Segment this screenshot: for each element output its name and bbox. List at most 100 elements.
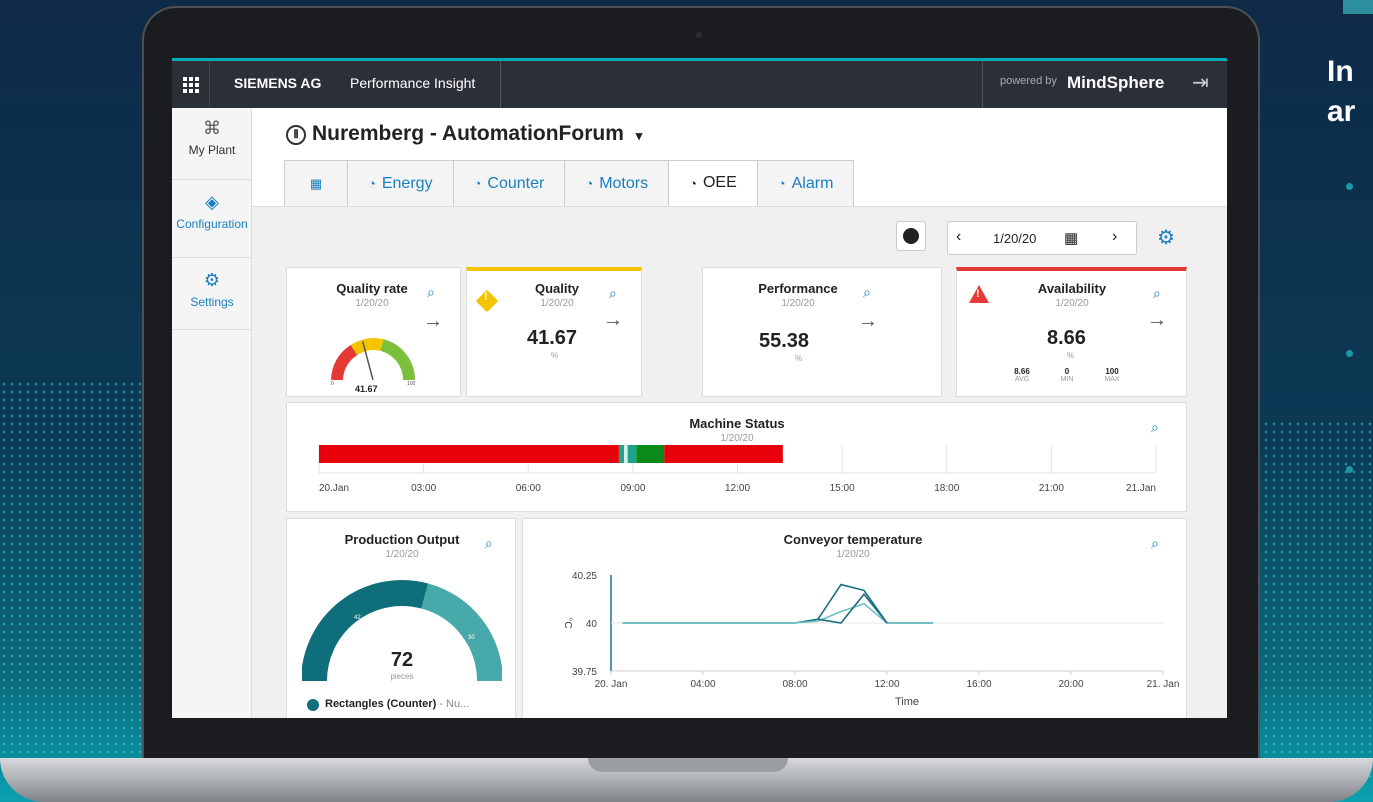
status-tick-label: 09:00	[620, 483, 645, 494]
sidebar: ⌘ My Plant ◈ Configuration ⚙ Settings	[172, 108, 252, 718]
kpi-unit: %	[551, 351, 559, 360]
status-tick-label: 15:00	[830, 483, 855, 494]
tab-counter[interactable]: ◔ Counter	[452, 160, 566, 206]
tab-label: Energy	[381, 174, 433, 192]
legend-item[interactable]: Rectangles (Counter) - Nu...	[325, 698, 469, 710]
segment-a-label: 42	[354, 615, 361, 621]
kpi-unit: %	[795, 354, 803, 363]
conveyor-temperature-chart: 40.25 40 39.7520. Jan 04:00 08:00 12:00 16:00 2…	[562, 571, 1180, 708]
chart-icon	[903, 228, 919, 244]
x-axis-label: Time	[895, 696, 919, 708]
avg-label: AVG	[1014, 376, 1030, 383]
min-value: 0	[1064, 367, 1070, 376]
chart-detail-icon[interactable]: ⌕	[427, 284, 435, 301]
settings-gear-icon[interactable]: ⚙	[1157, 225, 1175, 250]
quality-card: ! Quality 1/20/20 ⌕ → 41.67 %	[466, 267, 642, 397]
card-title: Quality rate	[336, 281, 408, 296]
configuration-icon: ◈	[205, 192, 219, 212]
chart-detail-icon[interactable]: ⌕	[485, 535, 493, 552]
chevron-right-icon[interactable]: ›	[1112, 228, 1117, 246]
date-navigator: ‹ 1/20/20 ▦ ›	[947, 221, 1137, 255]
sidebar-item-label: Settings	[190, 295, 234, 309]
sidebar-item-label: Configuration	[176, 217, 248, 231]
sidebar-item-settings[interactable]: ⚙ Settings	[172, 270, 252, 330]
view-toggle-button[interactable]	[896, 221, 926, 251]
tab-oee[interactable]: ◔ OEE	[668, 160, 758, 206]
arrow-right-icon[interactable]: →	[858, 310, 878, 333]
x-tick-label: 16:00	[966, 679, 991, 690]
sidebar-item-my-plant[interactable]: ⌘ My Plant	[172, 118, 252, 180]
brand-logo: MindSphere	[1067, 73, 1165, 92]
gauge-min: 0	[331, 381, 334, 387]
app-launcher-button[interactable]	[172, 61, 210, 108]
top-bar: SIEMENS AG Performance Insight powered b…	[172, 58, 1227, 108]
side-heading: In ar	[1327, 55, 1356, 128]
y-tick-label: 40.25	[572, 571, 597, 582]
status-segment	[664, 445, 783, 463]
tab-bar: ▦ ◔ Energy ◔ Counter ◔ Motors ◔ OEE ◔ Alarm	[284, 160, 855, 206]
side-bullet	[1346, 466, 1353, 473]
chevron-left-icon[interactable]: ‹	[956, 228, 961, 246]
legend-name: Rectangles (Counter)	[325, 698, 437, 710]
card-title: Performance	[758, 281, 838, 296]
divider	[500, 61, 501, 108]
alert-glyph: !	[976, 288, 980, 300]
machine-status-timeline: 20.Jan 03:00 06:00 09:00 12:00 15:00 18:00 21:0…	[318, 445, 1157, 494]
chart-detail-icon[interactable]: ⌕	[609, 285, 617, 302]
status-tick-label: 12:00	[725, 483, 750, 494]
tab-energy[interactable]: ◔ Energy	[347, 160, 454, 206]
sidebar-item-configuration[interactable]: ◈ Configuration	[172, 192, 252, 258]
series-line	[622, 583, 933, 624]
card-date: 1/20/20	[355, 298, 389, 309]
max-label: MAX	[1104, 376, 1120, 383]
card-date: 1/20/20	[1055, 298, 1089, 309]
production-output-card: Production Output 1/20/20 ⌕ 42 30 72 pie…	[286, 518, 516, 718]
grid-icon	[182, 76, 199, 93]
tab-alarm[interactable]: ◔ Alarm	[756, 160, 855, 206]
arrow-right-icon[interactable]: →	[1147, 309, 1167, 332]
app-name[interactable]: Performance Insight	[350, 75, 475, 91]
performance-card: Performance 1/20/20 ⌕ → 55.38 %	[702, 267, 942, 397]
tab-motors[interactable]: ◔ Motors	[564, 160, 670, 206]
gauge-icon: ◔	[473, 176, 482, 191]
card-date: 1/20/20	[540, 298, 574, 309]
y-tick-label: 39.75	[572, 667, 597, 678]
x-tick-label: 20:00	[1058, 679, 1083, 690]
arrow-right-icon[interactable]: →	[423, 310, 443, 333]
chart-detail-icon[interactable]: ⌕	[1153, 285, 1161, 302]
gauge-icon: ◔	[368, 176, 376, 191]
status-segment	[627, 445, 637, 463]
divider	[982, 61, 983, 108]
page-title: Nuremberg - AutomationForum	[312, 122, 624, 145]
app-screen: SIEMENS AG Performance Insight powered b…	[172, 58, 1227, 718]
production-value: 72	[390, 649, 414, 671]
side-bullet	[1346, 183, 1353, 190]
conveyor-temperature-card: Conveyor temperature 1/20/20 ⌕ 40.25 40 39…	[522, 518, 1187, 718]
plant-selector[interactable]: ⦀ Nuremberg - AutomationForum ▾	[286, 122, 642, 146]
tab-label: Alarm	[791, 174, 834, 192]
gauge-icon: ◔	[689, 175, 697, 191]
tab-label: OEE	[702, 174, 737, 191]
plant-icon: ⌘	[203, 118, 221, 138]
gauge-max: 100	[407, 381, 416, 387]
x-tick-label: 12:00	[874, 679, 899, 690]
tab-overview[interactable]: ▦	[284, 160, 348, 206]
date-value[interactable]: 1/20/20	[993, 231, 1036, 246]
logout-icon[interactable]: ⇥	[1192, 70, 1209, 95]
x-tick-label: 21. Jan	[1147, 679, 1180, 690]
status-tick-label: 03:00	[411, 483, 436, 494]
plant-marker-icon: ⦀	[286, 125, 306, 145]
y-axis-label: °C	[562, 617, 573, 628]
segment-b-label: 30	[468, 635, 475, 641]
gauge-yellow	[350, 338, 384, 356]
status-segment	[618, 445, 625, 463]
production-unit: pieces	[390, 672, 414, 681]
chevron-down-icon: ▾	[635, 128, 643, 143]
gear-icon: ⚙	[203, 270, 221, 290]
arrow-right-icon[interactable]: →	[603, 309, 623, 332]
side-bullet	[1346, 350, 1353, 357]
card-date: 1/20/20	[385, 549, 419, 560]
calendar-icon[interactable]: ▦	[1064, 229, 1078, 247]
chart-detail-icon[interactable]: ⌕	[863, 284, 871, 301]
powered-by-label: powered by	[1000, 75, 1057, 87]
